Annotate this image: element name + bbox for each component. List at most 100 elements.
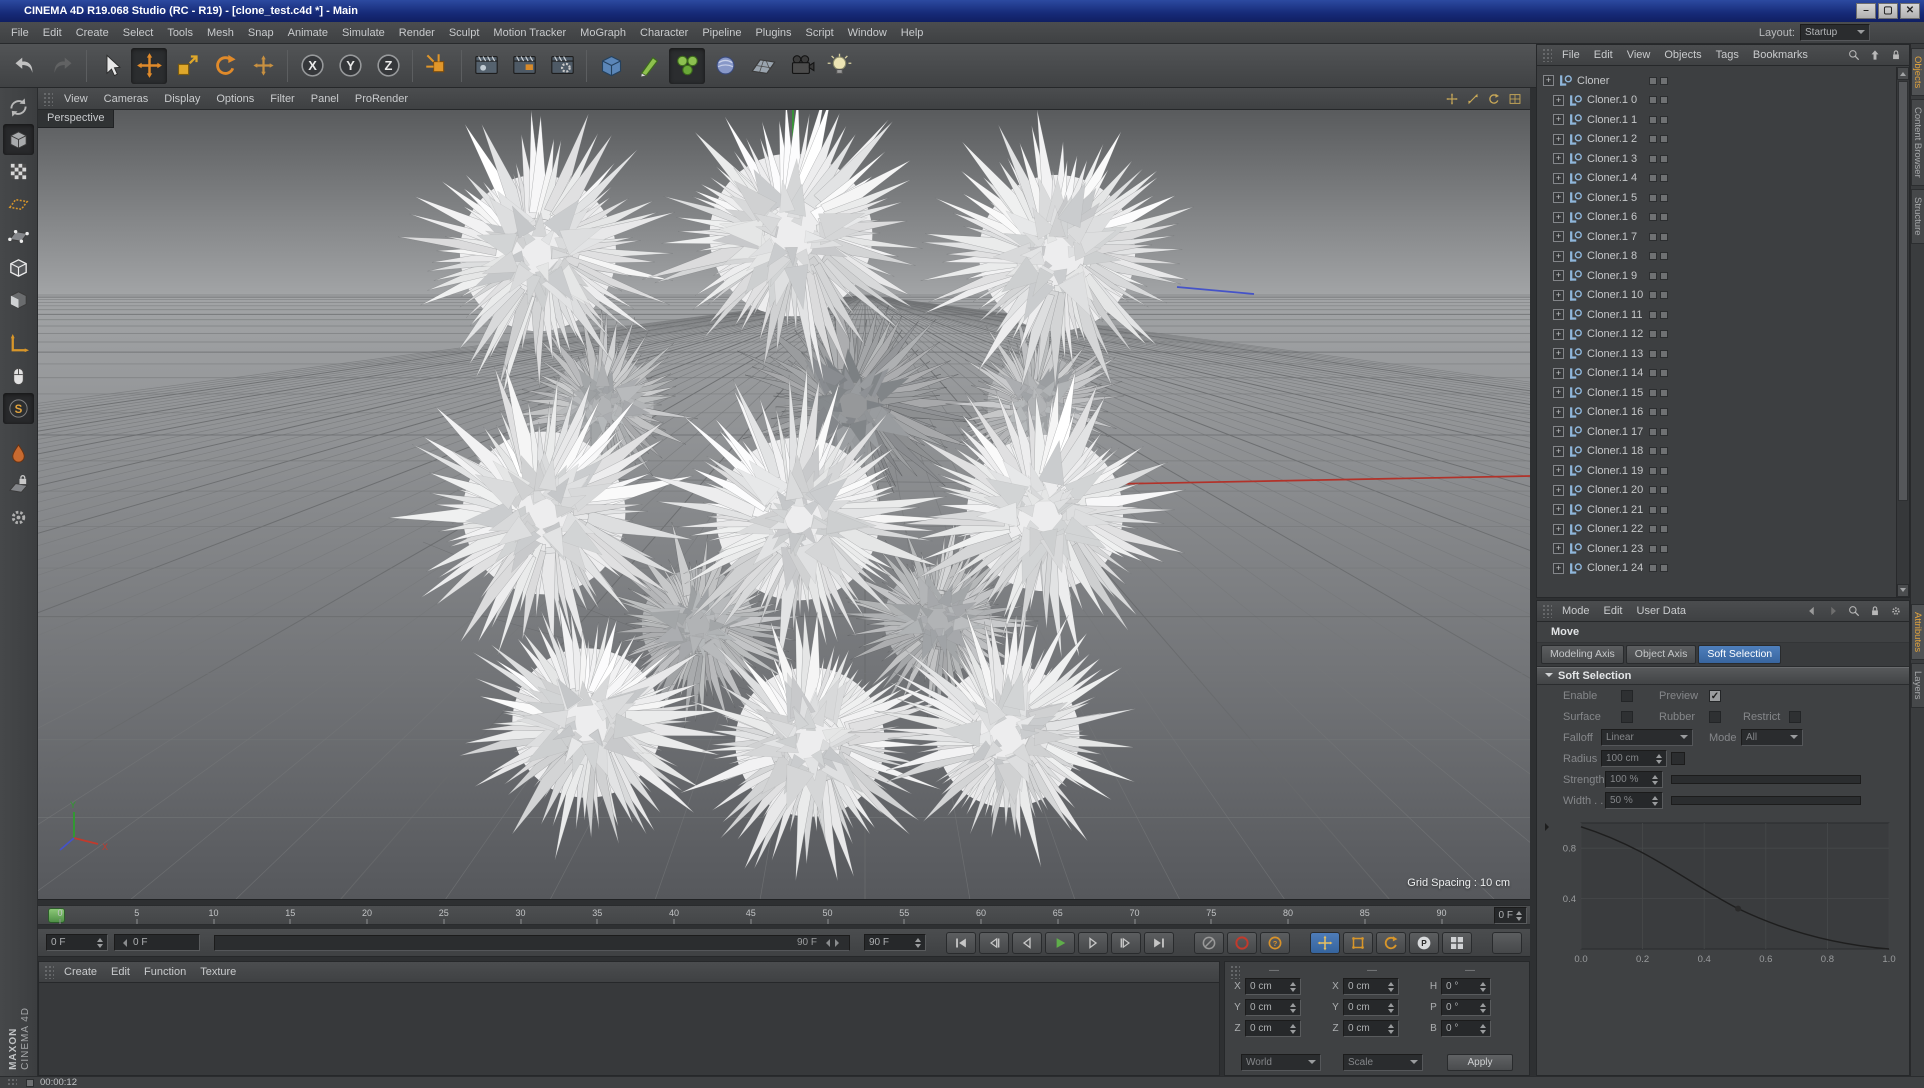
object-label[interactable]: Cloner.1 20 (1587, 484, 1643, 496)
layer-dot[interactable] (1649, 486, 1657, 494)
layer-dot[interactable] (1660, 311, 1668, 319)
material-menu-texture[interactable]: Texture (193, 963, 243, 981)
menu-sculpt[interactable]: Sculpt (442, 24, 487, 42)
goto-start-button[interactable] (946, 932, 976, 954)
layer-dot[interactable] (1649, 525, 1657, 533)
render-picture-viewer-button[interactable] (506, 48, 542, 84)
expand-icon[interactable]: + (1553, 446, 1564, 457)
layer-dot[interactable] (1660, 350, 1668, 358)
layout-lock-icon[interactable] (1898, 24, 1916, 42)
floor-button[interactable] (745, 48, 781, 84)
expand-icon[interactable]: + (1553, 387, 1564, 398)
layer-dot[interactable] (1649, 291, 1657, 299)
record-active-button[interactable] (1227, 932, 1257, 954)
object-label[interactable]: Cloner.1 17 (1587, 426, 1643, 438)
object-row[interactable]: +Cloner.1 15 (1537, 383, 1896, 403)
visibility-dots[interactable] (1649, 155, 1668, 163)
layer-dot[interactable] (1649, 447, 1657, 455)
search-button[interactable] (1845, 46, 1863, 64)
workplane-button[interactable] (3, 188, 34, 219)
ruler-frame-field[interactable]: 0 F (1494, 907, 1527, 924)
menu-help[interactable]: Help (894, 24, 931, 42)
preview-range-slider[interactable]: 90 F (214, 935, 850, 951)
expand-icon[interactable]: + (1553, 426, 1564, 437)
menu-create[interactable]: Create (69, 24, 116, 42)
scroll-down-icon[interactable] (1897, 584, 1909, 597)
panel-grip[interactable] (1230, 965, 1240, 979)
back-button[interactable] (1803, 602, 1821, 620)
visibility-dots[interactable] (1649, 330, 1668, 338)
coord-mode-select[interactable]: Scale (1343, 1054, 1423, 1071)
object-label[interactable]: Cloner.1 11 (1587, 309, 1642, 321)
cam-rotate-button[interactable] (1376, 932, 1406, 954)
om-menu-edit[interactable]: Edit (1587, 46, 1620, 64)
viewport-menu-panel[interactable]: Panel (303, 90, 347, 108)
object-label[interactable]: Cloner.1 21 (1587, 504, 1643, 516)
layer-dot[interactable] (1660, 408, 1668, 416)
visibility-dots[interactable] (1649, 350, 1668, 358)
object-label[interactable]: Cloner.1 9 (1587, 270, 1637, 282)
expand-icon[interactable]: + (1553, 504, 1564, 515)
layer-dot[interactable] (1660, 486, 1668, 494)
rotate-view-button[interactable] (1485, 90, 1503, 108)
viewport-menu-display[interactable]: Display (156, 90, 208, 108)
menu-motion-tracker[interactable]: Motion Tracker (486, 24, 573, 42)
visibility-dots[interactable] (1649, 564, 1668, 572)
layer-dot[interactable] (1649, 174, 1657, 182)
scroll-up-icon[interactable] (1897, 67, 1909, 80)
coord-input[interactable]: 0 cm (1245, 999, 1301, 1016)
expand-icon[interactable]: + (1553, 485, 1564, 496)
object-row[interactable]: +Cloner.1 6 (1537, 208, 1896, 228)
gear-button[interactable] (1887, 602, 1905, 620)
strength-slider[interactable] (1671, 775, 1861, 784)
om-menu-bookmarks[interactable]: Bookmarks (1746, 46, 1815, 64)
lockpad-button[interactable] (1887, 46, 1905, 64)
layer-dot[interactable] (1660, 155, 1668, 163)
expand-icon[interactable]: + (1553, 348, 1564, 359)
layer-dot[interactable] (1660, 564, 1668, 572)
layer-dot[interactable] (1649, 135, 1657, 143)
layer-dot[interactable] (1649, 311, 1657, 319)
object-row[interactable]: +Cloner.1 12 (1537, 325, 1896, 345)
zoom-view-button[interactable] (1464, 90, 1482, 108)
add-cube-button[interactable] (593, 48, 629, 84)
up-button[interactable] (1866, 46, 1884, 64)
layer-dot[interactable] (1649, 252, 1657, 260)
expand-icon[interactable]: + (1553, 251, 1564, 262)
object-row[interactable]: +Cloner.1 9 (1537, 266, 1896, 286)
object-row[interactable]: +Cloner.1 2 (1537, 130, 1896, 150)
object-label[interactable]: Cloner.1 1 (1587, 114, 1637, 126)
viewport-menu-filter[interactable]: Filter (262, 90, 302, 108)
object-label[interactable]: Cloner.1 16 (1587, 406, 1643, 418)
layer-dot[interactable] (1660, 467, 1668, 475)
scrollbar-thumb[interactable] (1898, 81, 1908, 501)
layer-dot[interactable] (1649, 428, 1657, 436)
side-tab-structure[interactable]: Structure (1911, 189, 1924, 244)
visibility-dots[interactable] (1649, 408, 1668, 416)
restrict-checkbox[interactable] (1789, 711, 1801, 723)
strength-field[interactable]: 100 % (1605, 771, 1663, 788)
goto-end-button[interactable] (1144, 932, 1174, 954)
next-key-button[interactable] (1111, 932, 1141, 954)
expand-icon[interactable]: + (1553, 524, 1564, 535)
visibility-dots[interactable] (1649, 213, 1668, 221)
layer-dot[interactable] (1660, 77, 1668, 85)
current-frame-field[interactable]: 0 F (46, 934, 108, 951)
object-label[interactable]: Cloner.1 19 (1587, 465, 1643, 477)
camera-button[interactable] (783, 48, 819, 84)
expand-icon[interactable]: + (1553, 153, 1564, 164)
layout-select[interactable]: Startup (1800, 24, 1870, 41)
material-list-empty[interactable] (39, 983, 1219, 1075)
modifiers-button[interactable] (3, 502, 34, 533)
menu-mesh[interactable]: Mesh (200, 24, 241, 42)
menu-script[interactable]: Script (799, 24, 841, 42)
object-label[interactable]: Cloner.1 13 (1587, 348, 1643, 360)
expand-icon[interactable]: + (1553, 407, 1564, 418)
object-row[interactable]: +Cloner.1 7 (1537, 227, 1896, 247)
layer-dot[interactable] (1660, 369, 1668, 377)
dynamics-button[interactable] (707, 48, 743, 84)
menu-animate[interactable]: Animate (281, 24, 335, 42)
light-button[interactable] (821, 48, 857, 84)
layer-dot[interactable] (1649, 408, 1657, 416)
visibility-dots[interactable] (1649, 486, 1668, 494)
